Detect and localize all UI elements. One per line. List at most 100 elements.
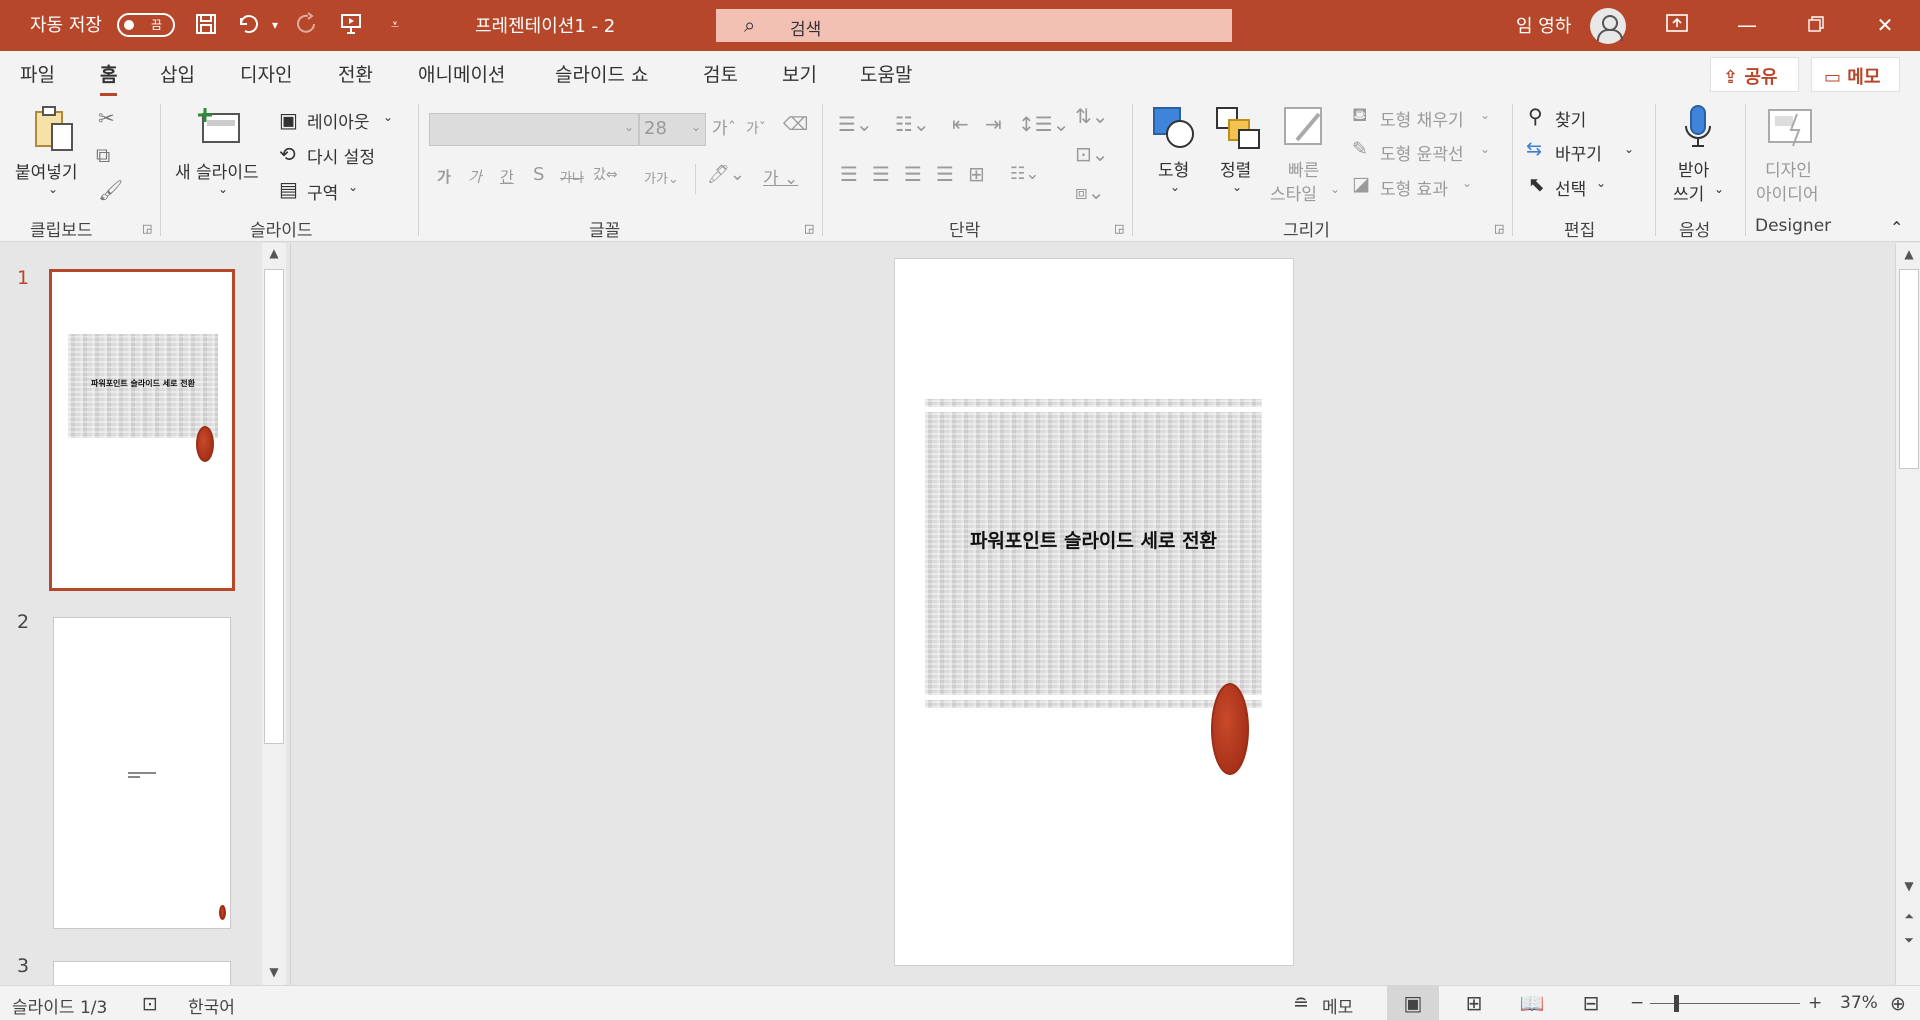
clear-formatting-icon[interactable]: ⌫ (783, 114, 808, 135)
section-button[interactable]: 구역 (307, 179, 338, 204)
replace-button[interactable]: 바꾸기 (1555, 140, 1602, 165)
comments-button[interactable]: ▭ 메모 (1811, 57, 1900, 92)
new-slide-icon[interactable] (197, 106, 243, 151)
layout-dropdown-icon[interactable]: ⌄ (383, 110, 393, 124)
scroll-down-icon[interactable]: ▼ (1899, 879, 1919, 893)
distribute-icon[interactable]: ⊞ (968, 162, 985, 186)
design-ideas-icon[interactable] (1767, 106, 1817, 153)
tab-file[interactable]: 파일 (20, 60, 55, 87)
format-painter-icon[interactable]: 🖌 (98, 178, 123, 202)
select-dropdown-icon[interactable]: ⌄ (1596, 176, 1606, 190)
new-slide-dropdown-icon[interactable]: ⌄ (218, 182, 228, 196)
paste-icon[interactable] (30, 104, 80, 154)
shape-outline-button[interactable]: 도형 윤곽선 (1380, 140, 1464, 165)
fit-to-window-icon[interactable]: ⊕ (1890, 993, 1906, 1015)
scroll-up-icon[interactable]: ▲ (1899, 247, 1919, 261)
bullets-icon[interactable]: ☰⌄ (838, 112, 873, 136)
char-spacing-icon[interactable]: 갔⇔ (593, 164, 618, 184)
decrease-indent-icon[interactable]: ⇤ (952, 112, 969, 136)
shape-effects-button[interactable]: 도형 효과 (1380, 175, 1448, 200)
select-icon[interactable]: ⬉ (1528, 172, 1545, 196)
tab-home[interactable]: 홈 (100, 60, 118, 96)
grow-font-icon[interactable]: 가ˆ (712, 114, 736, 139)
zoom-out-icon[interactable]: − (1630, 993, 1644, 1013)
font-color-icon[interactable]: 가 ⌄ (763, 164, 798, 189)
align-center-icon[interactable]: ☰ (872, 162, 890, 186)
find-icon[interactable]: ⚲ (1528, 104, 1543, 128)
dictate-label-2[interactable]: 쓰기 (1673, 180, 1704, 205)
shadow-icon[interactable]: S (533, 164, 544, 185)
find-button[interactable]: 찾기 (1555, 106, 1586, 131)
tab-review[interactable]: 검토 (703, 60, 738, 87)
restore-icon[interactable] (1801, 10, 1831, 40)
slideshow-view-icon[interactable]: ⊟ (1565, 986, 1617, 1020)
scrollbar-thumb[interactable] (1899, 269, 1919, 469)
share-button[interactable]: ⇪ 공유 (1710, 57, 1799, 92)
copy-icon[interactable]: ⧉ (96, 143, 110, 167)
shapes-button[interactable]: 도형 (1158, 156, 1189, 181)
arrange-button[interactable]: 정렬 (1220, 156, 1251, 181)
numbering-icon[interactable]: ☷⌄ (895, 112, 930, 136)
ribbon-display-icon[interactable] (1662, 10, 1692, 40)
arrange-icon[interactable] (1215, 106, 1261, 155)
accessibility-icon[interactable]: ⊡ (142, 993, 158, 1015)
previous-slide-icon[interactable]: ⏶ (1899, 909, 1919, 924)
font-name-input[interactable]: ⌄ (429, 113, 639, 146)
presentation-icon[interactable] (338, 12, 364, 38)
new-slide-button[interactable]: 새 슬라이드 (175, 158, 259, 183)
avatar[interactable] (1590, 8, 1626, 44)
columns-icon[interactable]: ☷⌄ (1010, 164, 1039, 184)
shape-outline-icon[interactable]: ✎ (1352, 138, 1368, 160)
font-launcher-icon[interactable]: ◲ (804, 222, 814, 235)
search-box[interactable]: ⌕ 검색 (716, 9, 1232, 42)
reset-icon[interactable]: ⟲ (279, 142, 296, 166)
undo-dropdown-icon[interactable]: ▾ (262, 12, 288, 38)
paragraph-launcher-icon[interactable]: ◲ (1114, 222, 1124, 235)
shape-fill-button[interactable]: 도형 채우기 (1380, 106, 1464, 131)
increase-indent-icon[interactable]: ⇥ (985, 112, 1002, 136)
undo-icon[interactable] (235, 12, 261, 38)
shape-fill-icon[interactable]: ⛾ (1352, 104, 1368, 129)
close-icon[interactable]: ✕ (1870, 10, 1900, 40)
shape-fill-dropdown-icon[interactable]: ⌄ (1480, 108, 1490, 122)
zoom-level[interactable]: 37% (1840, 993, 1878, 1013)
line-spacing-icon[interactable]: ↕☰⌄ (1018, 112, 1069, 136)
shape-effects-icon[interactable]: ◪ (1352, 173, 1370, 195)
section-dropdown-icon[interactable]: ⌄ (348, 180, 358, 194)
design-ideas-label-2[interactable]: 아이디어 (1756, 180, 1819, 205)
current-slide[interactable]: 파워포인트 슬라이드 세로 전환 (894, 258, 1294, 966)
slide-sorter-icon[interactable]: ⊞ (1448, 986, 1500, 1020)
zoom-slider[interactable] (1650, 1003, 1800, 1004)
dictate-dropdown-icon[interactable]: ⌄ (1714, 182, 1724, 196)
align-right-icon[interactable]: ☰ (904, 162, 922, 186)
clipboard-launcher-icon[interactable]: ◲ (142, 222, 152, 235)
font-dropdown-icon[interactable]: ⌄ (624, 120, 634, 134)
replace-dropdown-icon[interactable]: ⌄ (1624, 142, 1634, 156)
cut-icon[interactable]: ✂ (98, 106, 115, 130)
minimize-icon[interactable]: — (1732, 10, 1762, 40)
arrange-dropdown-icon[interactable]: ⌄ (1232, 180, 1242, 194)
scroll-up-icon[interactable]: ▲ (264, 246, 284, 260)
canvas-scrollbar[interactable]: ▲ ▼ ⏶ ⏷ (1895, 243, 1920, 985)
select-button[interactable]: 선택 (1555, 175, 1586, 200)
notes-icon[interactable]: ≘ (1293, 993, 1309, 1015)
highlight-icon[interactable]: 🖊⌄ (707, 164, 745, 185)
align-left-icon[interactable]: ☰ (840, 162, 858, 186)
scroll-down-icon[interactable]: ▼ (264, 965, 284, 979)
zoom-slider-thumb[interactable] (1674, 995, 1679, 1012)
drawing-launcher-icon[interactable]: ◲ (1494, 222, 1504, 235)
collapse-ribbon-icon[interactable]: ⌃ (1890, 218, 1903, 237)
slide-thumbnail-2[interactable] (53, 617, 231, 929)
shape-outline-dropdown-icon[interactable]: ⌄ (1480, 142, 1490, 156)
reading-view-icon[interactable]: 📖 (1506, 986, 1558, 1020)
notes-button[interactable]: 메모 (1322, 993, 1353, 1018)
shapes-icon[interactable] (1152, 106, 1198, 155)
change-case-icon[interactable]: 가가⌄ (644, 168, 679, 187)
text-direction-icon[interactable]: ⇅⌄ (1075, 104, 1109, 128)
bold-icon[interactable]: 가 (437, 166, 451, 187)
user-name[interactable]: 임 영하 (1516, 12, 1571, 38)
thumbnail-scrollbar[interactable]: ▲ ▼ (262, 243, 286, 985)
slide-title[interactable]: 파워포인트 슬라이드 세로 전환 (925, 526, 1262, 553)
tab-animations[interactable]: 애니메이션 (418, 60, 505, 87)
customize-toolbar-icon[interactable]: ⩡ (382, 12, 408, 38)
